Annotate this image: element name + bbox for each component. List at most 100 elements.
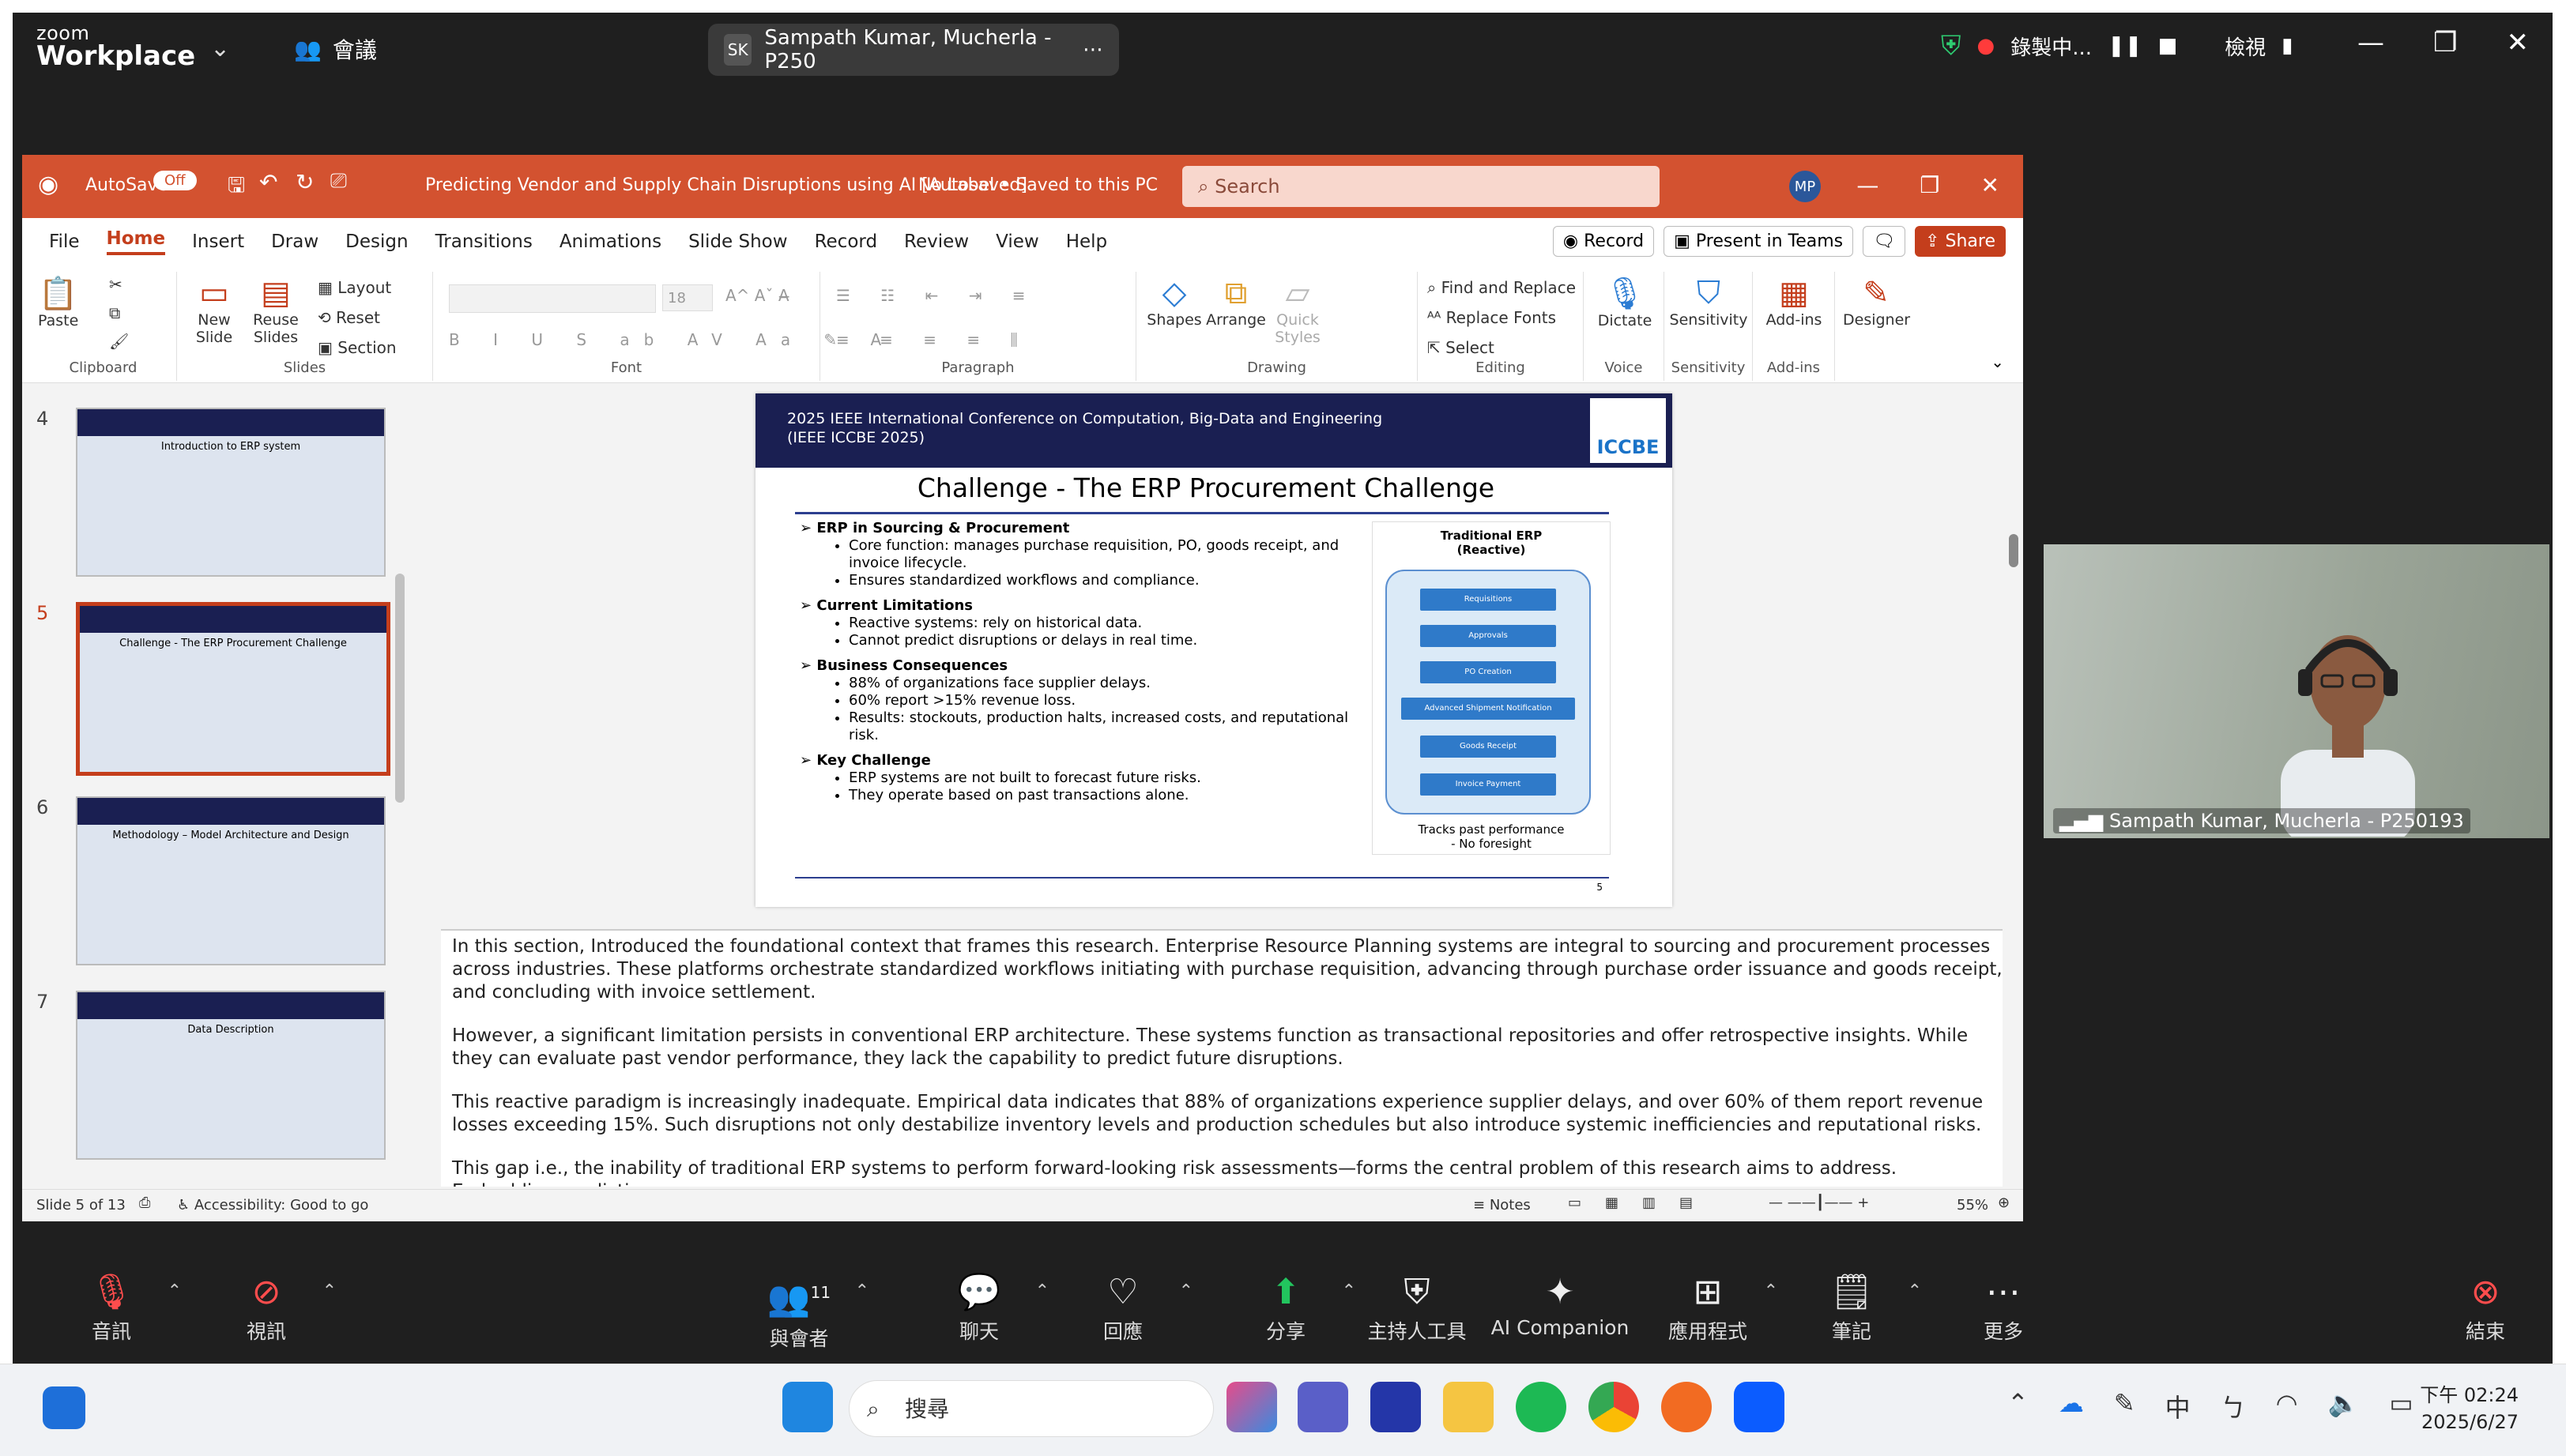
react-button[interactable]: ♡ 回應 ⌃ [1064, 1269, 1193, 1345]
tab-review[interactable]: Review [904, 231, 969, 252]
ime-indicator[interactable]: 中 [2165, 1388, 2191, 1424]
dictate-button[interactable]: 🎙 Dictate [1593, 275, 1656, 329]
font-size-select[interactable]: 18 [662, 284, 713, 311]
share-button[interactable]: ⇪ Share [1915, 226, 2006, 257]
tab-slide-show[interactable]: Slide Show [688, 231, 788, 252]
copy-icon[interactable]: ⧉ [109, 303, 120, 322]
minimize-icon[interactable]: — [2357, 27, 2384, 58]
more-icon[interactable]: ⋯ [1083, 38, 1103, 62]
video-button[interactable]: ⊘ 視訊 ⌃ [207, 1269, 337, 1345]
undo-icon[interactable]: ↶ [259, 169, 277, 195]
tab-draw[interactable]: Draw [271, 231, 318, 252]
close-icon[interactable]: ✕ [1981, 172, 1999, 198]
view-mode-icons[interactable]: ▭▦▥▤ [1568, 1195, 1716, 1211]
widgets-icon[interactable] [43, 1386, 85, 1429]
user-avatar[interactable]: MP [1789, 171, 1821, 202]
math-app-icon[interactable] [1370, 1382, 1421, 1432]
spelling-icon[interactable]: ⎙ [139, 1195, 150, 1211]
host-tools-button[interactable]: ⛨ 主持人工具 [1358, 1269, 1476, 1345]
chrome-icon[interactable] [1588, 1382, 1639, 1432]
slide-thumbnail-4[interactable]: Introduction to ERP system [76, 408, 386, 577]
restore-icon[interactable]: ❐ [1920, 172, 1939, 198]
chevron-up-icon[interactable]: ⌃ [1035, 1281, 1049, 1301]
zoom-percentage[interactable]: 55% [1957, 1197, 1988, 1213]
layout-button[interactable]: ▦ Layout [318, 278, 391, 297]
find-replace-button[interactable]: ⌕ Find and Replace [1427, 278, 1576, 297]
volume-icon[interactable]: 🔈 [2328, 1388, 2360, 1424]
reset-button[interactable]: ⟲ Reset [318, 308, 380, 327]
format-painter-icon[interactable]: 🖌 [109, 332, 129, 351]
add-ins-button[interactable]: ▦ Add-ins [1761, 275, 1827, 329]
new-slide-button[interactable]: ▭ New Slide [187, 275, 242, 346]
speaker-notes[interactable]: In this section, Introduced the foundati… [441, 929, 2003, 1187]
designer-button[interactable]: ✎ Designer [1843, 275, 1910, 329]
chevron-up-icon[interactable]: ⌃ [855, 1281, 869, 1301]
section-button[interactable]: ▣ Section [318, 338, 397, 357]
chevron-down-icon[interactable]: ⌄ [210, 35, 230, 62]
thumbnail-scrollbar[interactable] [395, 574, 405, 803]
chevron-up-icon[interactable]: ⌃ [1908, 1281, 1922, 1301]
app-icon[interactable] [1661, 1382, 1712, 1432]
end-meeting-button[interactable]: ⊗ 結束 [2426, 1269, 2545, 1345]
copilot-icon[interactable] [1226, 1382, 1277, 1432]
chevron-up-icon[interactable]: ⌃ [2007, 1388, 2029, 1424]
arrange-button[interactable]: ⧉ Arrange [1206, 275, 1266, 329]
slide-canvas[interactable]: 2025 IEEE International Conference on Co… [755, 393, 1672, 907]
paste-button[interactable]: 📋 Paste [38, 275, 78, 329]
audio-button[interactable]: 🎙 音訊 ⌃ [52, 1269, 182, 1345]
chevron-up-icon[interactable]: ⌃ [168, 1281, 182, 1301]
teams-icon[interactable] [1298, 1382, 1348, 1432]
save-icon[interactable]: 🖫 [228, 171, 245, 205]
zoom-app-icon[interactable] [1734, 1382, 1784, 1432]
battery-icon[interactable]: ▭ [2389, 1388, 2413, 1424]
chat-button[interactable]: 💬 聊天 ⌃ [920, 1269, 1049, 1345]
tab-home[interactable]: Home [106, 228, 166, 255]
active-speaker-tab[interactable]: SK Sampath Kumar, Mucherla - P250 ⋯ [708, 24, 1119, 76]
pen-icon[interactable]: ✎ [2114, 1388, 2135, 1424]
spotify-icon[interactable] [1516, 1382, 1566, 1432]
ai-companion-button[interactable]: ✦ AI Companion [1481, 1269, 1639, 1339]
windows-start-icon[interactable] [782, 1382, 833, 1432]
slide-thumbnail-7[interactable]: Data Description [76, 991, 386, 1160]
pause-icon[interactable]: ❚❚ [2108, 34, 2142, 58]
slide-scrollbar[interactable] [2009, 534, 2018, 567]
chevron-up-icon[interactable]: ⌃ [1179, 1281, 1193, 1301]
list-icons[interactable]: ☰ ☷ ⇤ ⇥ ≡ [836, 286, 1038, 305]
zoom-slider[interactable]: — ——┃—— + [1769, 1195, 1869, 1211]
participant-video[interactable]: ▂▄▆ Sampath Kumar, Mucherla - P250193 [2044, 544, 2549, 838]
accessibility-status[interactable]: ♿ Accessibility: Good to go [177, 1197, 368, 1213]
stop-icon[interactable]: ■ [2158, 34, 2178, 58]
cut-icon[interactable]: ✂ [109, 275, 122, 294]
present-icon[interactable]: ⎚ [330, 169, 347, 194]
tab-design[interactable]: Design [345, 231, 408, 252]
chevron-up-icon[interactable]: ⌃ [1764, 1281, 1778, 1301]
autosave-toggle[interactable]: Off [153, 171, 197, 190]
tab-record[interactable]: Record [815, 231, 877, 252]
search-input[interactable]: ⌕ Search [1182, 166, 1660, 207]
collapse-ribbon-icon[interactable]: ⌄ [1991, 352, 2004, 371]
replace-fonts-button[interactable]: ᴬᴬ Replace Fonts [1427, 308, 1556, 327]
tab-view[interactable]: View [996, 231, 1039, 252]
apps-button[interactable]: ⊞ 應用程式 ⌃ [1648, 1269, 1778, 1345]
file-explorer-icon[interactable] [1443, 1382, 1494, 1432]
fit-slide-icon[interactable]: ⊕ [1998, 1195, 2010, 1211]
slide-thumbnail-5[interactable]: Challenge - The ERP Procurement Challeng… [76, 602, 390, 776]
participants-button[interactable]: 👥11 與會者 ⌃ [740, 1269, 869, 1352]
share-screen-button[interactable]: ⬆ 分享 ⌃ [1226, 1269, 1356, 1345]
view-button[interactable]: 檢視 [2225, 32, 2266, 61]
font-name-select[interactable] [449, 284, 656, 313]
present-in-teams-button[interactable]: ▣ Present in Teams [1664, 226, 1854, 257]
reuse-slides-button[interactable]: ▤ Reuse Slides [248, 275, 303, 346]
select-button[interactable]: ⇱ Select [1427, 338, 1494, 357]
notes-button[interactable]: 🗒 筆記 ⌃ [1792, 1269, 1922, 1345]
align-icons[interactable]: ≡ ≡ ≡ ≡ ⫼ [836, 330, 1031, 349]
notes-button[interactable]: ≡ Notes [1473, 1197, 1531, 1213]
label-status[interactable]: No Label • Saved to this PC [918, 175, 1158, 195]
more-button[interactable]: ⋯ 更多 [1944, 1269, 2063, 1345]
taskbar-search[interactable]: ⌕ 搜尋 [849, 1380, 1214, 1437]
view-layout-icon[interactable]: ▮ [2282, 34, 2293, 58]
sensitivity-button[interactable]: ⛉ Sensitivity [1669, 275, 1748, 329]
minimize-icon[interactable]: — [1856, 172, 1878, 198]
quick-styles-button[interactable]: ▱ Quick Styles [1268, 275, 1328, 346]
chevron-up-icon[interactable]: ⌃ [1342, 1281, 1356, 1301]
